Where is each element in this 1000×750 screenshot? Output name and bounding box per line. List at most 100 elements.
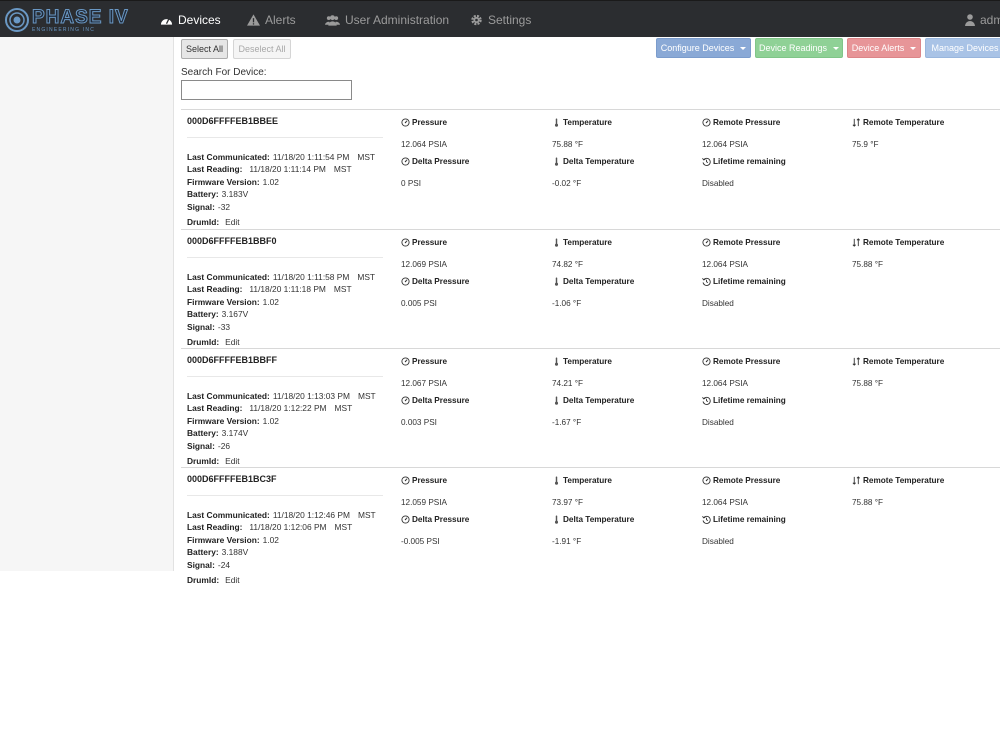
last-reading-row: Last Reading: 11/18/20 1:11:18 PM MST bbox=[187, 284, 352, 294]
battery-row: Battery: 3.174V bbox=[187, 428, 248, 438]
dashboard-icon bbox=[160, 17, 173, 25]
brand-title: PHASE IV bbox=[32, 6, 129, 28]
battery-label: Battery: bbox=[187, 428, 219, 438]
remote-temperature-metric: Remote Temperature 75.88 °F bbox=[852, 357, 944, 388]
manage-devices-button[interactable]: Manage Devices bbox=[925, 38, 1000, 58]
gauge-icon bbox=[401, 118, 410, 127]
remote-temperature-metric: Remote Temperature 75.88 °F bbox=[852, 476, 944, 507]
device-divider bbox=[187, 137, 383, 138]
battery-value: 3.174V bbox=[221, 428, 249, 438]
thermometer-icon bbox=[554, 396, 559, 405]
lifetime-remaining-label: Lifetime remaining bbox=[713, 396, 786, 405]
nav-devices[interactable]: Devices bbox=[160, 1, 221, 38]
pressure-metric: Pressure 12.067 PSIA bbox=[401, 357, 447, 388]
sort-arrows-icon bbox=[852, 118, 860, 127]
delta-temperature-label: Delta Temperature bbox=[563, 515, 635, 524]
pressure-label: Pressure bbox=[412, 118, 448, 127]
remote-pressure-label: Remote Pressure bbox=[713, 476, 781, 485]
drum-id-edit-link[interactable]: Edit bbox=[225, 337, 239, 347]
lifetime-remaining-value: Disabled bbox=[702, 299, 734, 308]
pressure-value: 12.069 PSIA bbox=[401, 260, 447, 269]
select-all-button[interactable]: Select All bbox=[181, 39, 228, 59]
firmware-value: 1.02 bbox=[262, 297, 279, 307]
firmware-label: Firmware Version: bbox=[187, 416, 260, 426]
pressure-metric: Pressure 12.059 PSIA bbox=[401, 476, 447, 507]
temperature-label: Temperature bbox=[563, 357, 612, 366]
device-card: 000D6FFFFEB1BBFF Last Communicated: 11/18… bbox=[181, 348, 1000, 467]
delta-pressure-label: Delta Pressure bbox=[412, 157, 470, 166]
remote-temperature-value: 75.88 °F bbox=[852, 260, 884, 269]
device-readings-label: Device Readings bbox=[758, 43, 828, 53]
last-communicated-value: 11/18/20 1:11:58 PM bbox=[272, 272, 350, 282]
history-icon bbox=[702, 277, 711, 286]
battery-row: Battery: 3.183V bbox=[187, 189, 248, 199]
last-communicated-row: Last Communicated: 11/18/20 1:12:46 PM MST bbox=[187, 510, 376, 520]
delta-pressure-metric: Delta Pressure 0.005 PSI bbox=[401, 277, 469, 308]
gauge-icon bbox=[401, 396, 410, 405]
delta-temperature-metric: Delta Temperature -1.67 °F bbox=[552, 396, 634, 427]
history-icon bbox=[702, 396, 711, 405]
gauge-icon bbox=[401, 357, 410, 366]
remote-pressure-metric: Remote Pressure 12.064 PSIA bbox=[702, 118, 780, 149]
caret-down-icon bbox=[740, 46, 747, 50]
sort-arrows-icon bbox=[852, 476, 860, 485]
device-id: 000D6FFFFEB1BC3F bbox=[187, 474, 277, 484]
device-divider bbox=[187, 495, 383, 496]
remote-temperature-label: Remote Temperature bbox=[863, 476, 945, 485]
device-alerts-dropdown[interactable]: Device Alerts bbox=[847, 38, 921, 58]
battery-value: 3.167V bbox=[221, 309, 249, 319]
firmware-row: Firmware Version: 1.02 bbox=[187, 297, 279, 307]
last-reading-value: 11/18/20 1:12:22 PM bbox=[249, 403, 327, 413]
device-search-input[interactable] bbox=[181, 80, 352, 100]
firmware-row: Firmware Version: 1.02 bbox=[187, 416, 279, 426]
nav-user-administration-label: User Administration bbox=[345, 12, 450, 27]
drum-id-label: DrumId: bbox=[187, 456, 220, 466]
signal-label: Signal: bbox=[187, 322, 215, 332]
user-name: adm bbox=[980, 12, 1000, 27]
last-communicated-row: Last Communicated: 11/18/20 1:11:54 PM MST bbox=[187, 152, 375, 162]
brand-logo[interactable]: PHASE IV ENGINEERING INC bbox=[4, 6, 129, 34]
last-communicated-value: 11/18/20 1:13:03 PM bbox=[272, 391, 350, 401]
temperature-metric: Temperature 74.82 °F bbox=[552, 238, 612, 269]
nav-settings[interactable]: Settings bbox=[470, 1, 531, 38]
delta-temperature-metric: Delta Temperature -0.02 °F bbox=[552, 157, 634, 188]
timezone: MST bbox=[357, 510, 376, 520]
gauge-icon bbox=[401, 476, 410, 485]
delta-temperature-value: -0.02 °F bbox=[552, 179, 582, 188]
deselect-all-button[interactable]: Deselect All bbox=[233, 39, 291, 59]
configure-devices-dropdown[interactable]: Configure Devices bbox=[656, 38, 751, 58]
users-icon bbox=[325, 14, 340, 26]
drum-id-edit-link[interactable]: Edit bbox=[225, 456, 239, 466]
nav-alerts[interactable]: Alerts bbox=[247, 1, 296, 38]
lifetime-remaining-metric: Lifetime remaining Disabled bbox=[702, 277, 786, 308]
device-card: 000D6FFFFEB1BBEE Last Communicated: 11/18… bbox=[181, 109, 1000, 229]
firmware-row: Firmware Version: 1.02 bbox=[187, 177, 279, 187]
last-reading-label: Last Reading: bbox=[187, 522, 243, 532]
remote-temperature-metric: Remote Temperature 75.9 °F bbox=[852, 118, 944, 149]
thermometer-icon bbox=[554, 515, 559, 524]
nav-user-administration[interactable]: User Administration bbox=[325, 1, 449, 38]
drum-id-edit-link[interactable]: Edit bbox=[225, 217, 239, 227]
gauge-icon bbox=[702, 118, 711, 127]
delta-pressure-value: -0.005 PSI bbox=[401, 537, 440, 546]
firmware-label: Firmware Version: bbox=[187, 535, 260, 545]
thermometer-icon bbox=[554, 277, 559, 286]
pressure-value: 12.059 PSIA bbox=[401, 498, 447, 507]
search-label: Search For Device: bbox=[181, 67, 267, 78]
thermometer-icon bbox=[554, 476, 559, 485]
user-menu[interactable]: adm bbox=[965, 1, 1000, 38]
device-divider bbox=[187, 376, 383, 377]
delta-temperature-label: Delta Temperature bbox=[563, 277, 635, 286]
last-reading-label: Last Reading: bbox=[187, 164, 243, 174]
nav-alerts-label: Alerts bbox=[265, 12, 296, 27]
delta-pressure-label: Delta Pressure bbox=[412, 515, 470, 524]
remote-pressure-label: Remote Pressure bbox=[713, 238, 781, 247]
drum-id-edit-link[interactable]: Edit bbox=[225, 575, 239, 585]
sort-arrows-icon bbox=[852, 238, 860, 247]
device-readings-dropdown[interactable]: Device Readings bbox=[755, 38, 843, 58]
drum-id-row: DrumId: Edit bbox=[187, 456, 240, 466]
battery-value: 3.183V bbox=[221, 189, 249, 199]
lifetime-remaining-metric: Lifetime remaining Disabled bbox=[702, 157, 786, 188]
gauge-icon bbox=[401, 277, 410, 286]
timezone: MST bbox=[334, 522, 353, 532]
